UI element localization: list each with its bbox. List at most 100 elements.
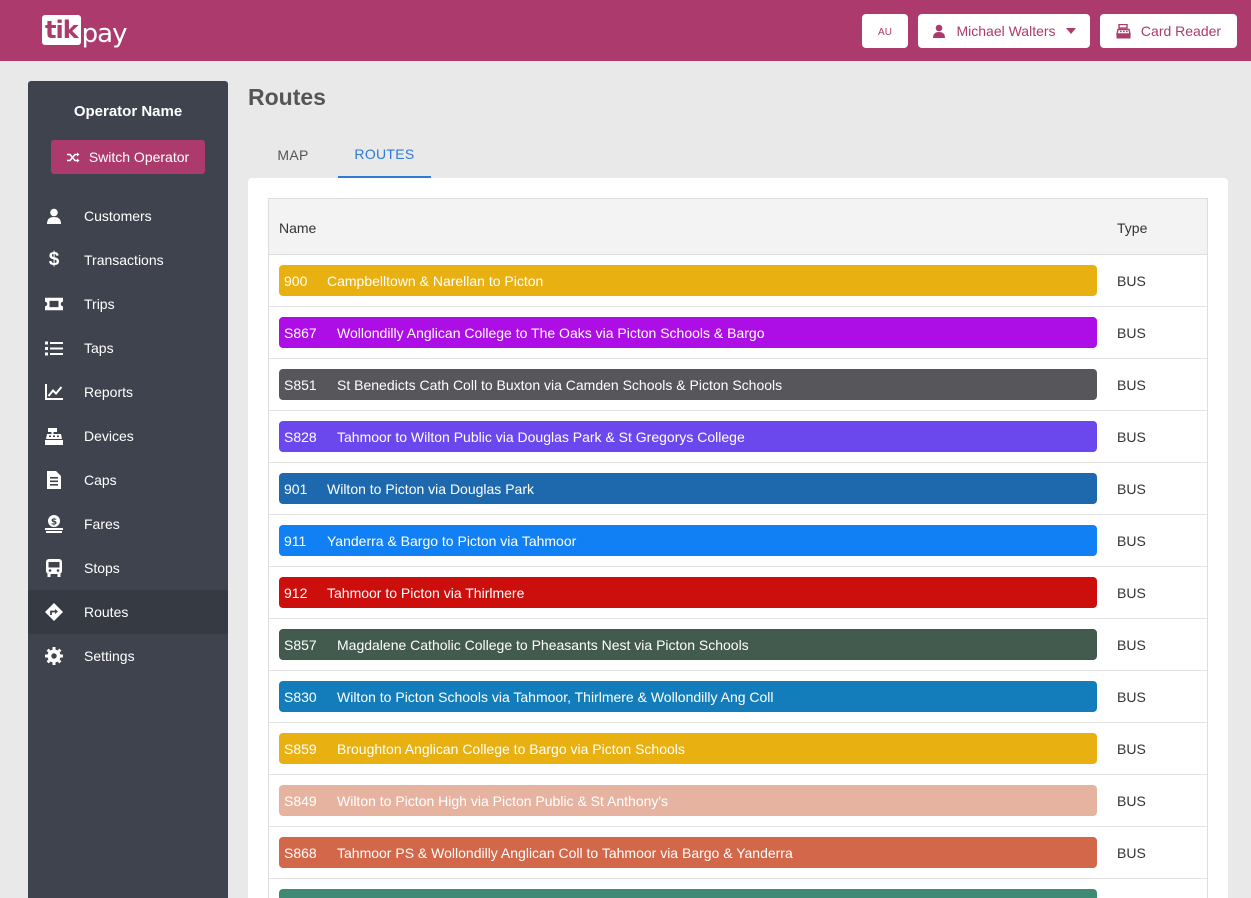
table-body: 900 Campbelltown & Narellan to Picton BUS S… [269, 255, 1207, 898]
hand-coin-icon: $ [45, 515, 63, 533]
sidebar-item-settings[interactable]: Settings [28, 634, 228, 678]
sidebar-item-label: Reports [84, 384, 134, 400]
tab-routes[interactable]: ROUTES [338, 131, 431, 178]
table-row[interactable]: S849 Wilton to Picton High via Picton Pub… [269, 775, 1207, 827]
sidebar-item-fares[interactable]: $ Fares [28, 502, 228, 546]
route-pill[interactable]: S867 Wollondilly Anglican College to The … [279, 317, 1097, 348]
route-code: S867 [284, 324, 317, 341]
sidebar-item-trips[interactable]: Trips [28, 282, 228, 326]
sidebar-item-label: Caps [84, 472, 117, 488]
sidebar: Operator Name Switch Operator Customers … [28, 81, 228, 898]
routes-table: Name Type 900 Campbelltown & Narellan to … [268, 198, 1208, 898]
user-icon [45, 207, 63, 225]
sidebar-item-customers[interactable]: Customers [28, 194, 228, 238]
tab-map[interactable]: MAP [248, 131, 338, 178]
route-pill[interactable]: 900 Campbelltown & Narellan to Picton [279, 265, 1097, 296]
table-row[interactable]: 912 Tahmoor to Picton via Thirlmere BUS [269, 567, 1207, 619]
route-name: Wilton to Picton via Douglas Park [327, 480, 534, 497]
route-pill[interactable]: S849 Wilton to Picton High via Picton Pub… [279, 785, 1097, 816]
tikpay-logo[interactable]: tik pay [42, 13, 127, 49]
user-icon [933, 24, 946, 38]
routes-card: Name Type 900 Campbelltown & Narellan to … [248, 178, 1228, 898]
sidebar-item-label: Fares [84, 516, 120, 532]
chevron-down-icon [1065, 28, 1076, 34]
sidebar-item-label: Devices [84, 428, 134, 444]
route-code: 912 [284, 584, 308, 601]
route-pill[interactable]: S851 St Benedicts Cath Coll to Buxton via… [279, 369, 1097, 400]
route-name: Campbelltown & Narellan to Picton [327, 272, 544, 289]
cash-register-icon [45, 427, 63, 445]
route-pill[interactable]: S828 Tahmoor to Wilton Public via Douglas… [279, 421, 1097, 452]
card-reader-button[interactable]: Card Reader [1100, 14, 1237, 48]
route-type: BUS [1117, 689, 1146, 705]
sidebar-item-reports[interactable]: Reports [28, 370, 228, 414]
table-row[interactable]: S859 Broughton Anglican College to Bargo … [269, 723, 1207, 775]
list-icon [45, 339, 63, 357]
sidebar-item-taps[interactable]: Taps [28, 326, 228, 370]
route-code: S849 [284, 792, 317, 809]
file-invoice-icon [45, 471, 63, 489]
table-row[interactable]: S857 Magdalene Catholic College to Pheasa… [269, 619, 1207, 671]
sidebar-item-label: Taps [84, 340, 114, 356]
route-pill[interactable]: S830 Wilton to Picton Schools via Tahmoor… [279, 681, 1097, 712]
sidebar-item-transactions[interactable]: $ Transactions [28, 238, 228, 282]
route-pill[interactable]: 901 Wilton to Picton via Douglas Park [279, 473, 1097, 504]
table-row[interactable]: S828 Tahmoor to Wilton Public via Douglas… [269, 411, 1207, 463]
user-menu-button[interactable]: Michael Walters [918, 14, 1090, 48]
route-type: BUS [1117, 741, 1146, 757]
top-bar: tik pay AU Michael Walters Card Reader [0, 0, 1251, 61]
route-type: BUS [1117, 637, 1146, 653]
card-reader-label: Card Reader [1140, 23, 1222, 39]
sidebar-item-routes[interactable]: Routes [28, 590, 228, 634]
route-pill[interactable]: 911 Yanderra & Bargo to Picton via Tahmoo… [279, 525, 1097, 556]
route-code: S851 [284, 376, 317, 393]
bus-icon [45, 559, 63, 577]
route-pill[interactable]: S857 Magdalene Catholic College to Pheasa… [279, 629, 1097, 660]
table-row[interactable] [269, 879, 1207, 898]
column-header-name[interactable]: Name [279, 220, 316, 236]
column-header-type[interactable]: Type [1117, 220, 1147, 236]
route-type: BUS [1117, 377, 1146, 393]
page-title: Routes [248, 84, 326, 110]
route-code: S859 [284, 740, 317, 757]
region-button[interactable]: AU [862, 14, 908, 48]
operator-name: Operator Name [73, 103, 183, 120]
sidebar-item-caps[interactable]: Caps [28, 458, 228, 502]
route-pill[interactable]: 912 Tahmoor to Picton via Thirlmere [279, 577, 1097, 608]
route-type: BUS [1117, 273, 1146, 289]
route-code: S828 [284, 428, 317, 445]
sidebar-nav: Customers $ Transactions Trips Taps Repo… [28, 194, 228, 678]
route-name: Wollondilly Anglican College to The Oaks… [337, 324, 765, 341]
route-code: S868 [284, 844, 317, 861]
table-row[interactable]: 900 Campbelltown & Narellan to Picton BUS [269, 255, 1207, 307]
sidebar-item-label: Settings [84, 648, 135, 664]
route-name: Wilton to Picton High via Picton Public … [337, 792, 669, 809]
sidebar-item-label: Stops [84, 560, 120, 576]
table-row[interactable]: S830 Wilton to Picton Schools via Tahmoor… [269, 671, 1207, 723]
table-row[interactable]: S868 Tahmoor PS & Wollondilly Anglican Co… [269, 827, 1207, 879]
route-name: Wilton to Picton Schools via Tahmoor, Th… [337, 688, 774, 705]
ticket-icon [45, 295, 63, 313]
table-row[interactable]: S867 Wollondilly Anglican College to The … [269, 307, 1207, 359]
table-header: Name Type [269, 199, 1207, 255]
route-name: Tahmoor PS & Wollondilly Anglican Coll t… [337, 844, 793, 861]
sidebar-item-stops[interactable]: Stops [28, 546, 228, 590]
route-pill[interactable] [279, 889, 1097, 898]
route-diamond-icon [45, 603, 63, 621]
sidebar-item-devices[interactable]: Devices [28, 414, 228, 458]
table-row[interactable]: 901 Wilton to Picton via Douglas Park BUS [269, 463, 1207, 515]
switch-operator-button[interactable]: Switch Operator [51, 140, 205, 174]
route-pill[interactable]: S859 Broughton Anglican College to Bargo … [279, 733, 1097, 764]
route-pill[interactable]: S868 Tahmoor PS & Wollondilly Anglican Co… [279, 837, 1097, 868]
route-name: Broughton Anglican College to Bargo via … [337, 740, 685, 757]
table-row[interactable]: 911 Yanderra & Bargo to Picton via Tahmoo… [269, 515, 1207, 567]
table-row[interactable]: S851 St Benedicts Cath Coll to Buxton via… [269, 359, 1207, 411]
sidebar-item-label: Transactions [84, 252, 164, 268]
region-label: AU [878, 27, 892, 38]
route-name: Yanderra & Bargo to Picton via Tahmoor [327, 532, 577, 549]
route-code: 901 [284, 480, 308, 497]
switch-operator-label: Switch Operator [88, 149, 190, 165]
user-name: Michael Walters [956, 23, 1056, 39]
route-type: BUS [1117, 533, 1146, 549]
shuffle-icon [66, 152, 80, 162]
